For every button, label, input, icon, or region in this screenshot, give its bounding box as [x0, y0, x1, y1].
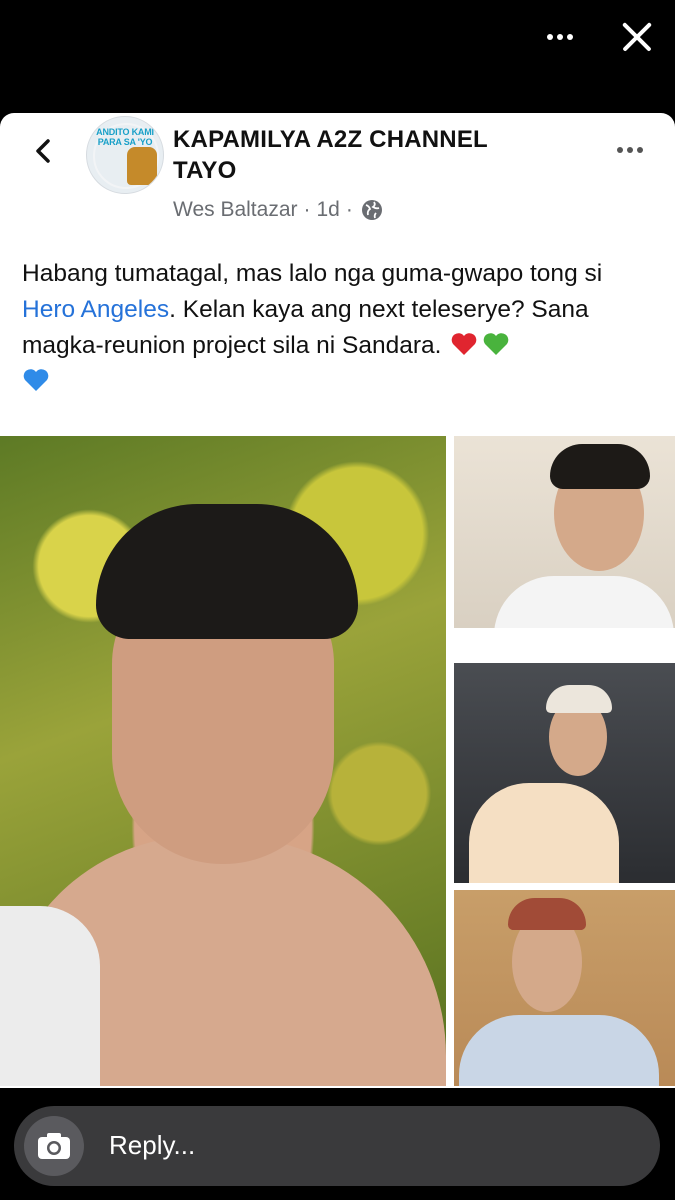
mention-link[interactable]: Hero Angeles: [22, 296, 169, 323]
group-name-line-2: TAYO: [173, 157, 237, 184]
photo-cap: [508, 898, 586, 930]
photo-shirt: [459, 1015, 659, 1086]
post-text: Habang tumatagal, mas lalo nga guma-gwap…: [22, 256, 657, 400]
photo-thumbnail-1[interactable]: [454, 436, 675, 628]
photo-person-hair: [96, 504, 358, 639]
post-more-options-button[interactable]: [612, 140, 648, 160]
camera-button[interactable]: [24, 1116, 84, 1176]
meta-separator: ·: [303, 198, 311, 221]
photo-main[interactable]: [0, 436, 446, 1086]
post-card: ANDITO KAMI PARA SA 'YO KAPAMILYA A2Z CH…: [0, 113, 675, 1088]
dot: [617, 147, 623, 153]
photo-shirt: [494, 576, 674, 628]
camera-icon: [38, 1133, 70, 1159]
viewer-more-options-button[interactable]: [540, 22, 580, 52]
avatar-logo-text: ANDITO KAMI PARA SA 'YO: [96, 127, 154, 147]
photo-thumbnail-2[interactable]: [454, 663, 675, 883]
globe-icon: [361, 200, 382, 220]
post-time[interactable]: 1d: [317, 198, 340, 222]
photo-thumbnail-3[interactable]: [454, 890, 675, 1086]
back-arrow-icon[interactable]: [30, 137, 58, 165]
dot: [627, 147, 633, 153]
avatar-figure: [127, 147, 157, 185]
group-name[interactable]: KAPAMILYA A2Z CHANNEL TAYO: [173, 124, 593, 186]
photo-towel: [0, 906, 100, 1086]
dot: [637, 147, 643, 153]
dot: [567, 34, 573, 40]
group-name-line-1: KAPAMILYA A2Z CHANNEL: [173, 126, 488, 153]
photo-shirt: [469, 783, 619, 883]
meta-separator: ·: [345, 198, 353, 221]
dot: [557, 34, 563, 40]
reply-bar[interactable]: Reply...: [14, 1106, 660, 1186]
close-icon[interactable]: [614, 14, 660, 60]
group-avatar[interactable]: ANDITO KAMI PARA SA 'YO: [86, 116, 164, 194]
green-heart-icon: [483, 333, 509, 355]
red-heart-icon: [451, 333, 477, 355]
photo-cap: [546, 685, 612, 713]
post-meta: Wes Baltazar · 1d ·: [173, 198, 383, 222]
post-text-part-1: Habang tumatagal, mas lalo nga guma-gwap…: [22, 260, 603, 287]
dot: [547, 34, 553, 40]
blue-heart-icon: [23, 369, 49, 391]
reply-input[interactable]: Reply...: [109, 1130, 195, 1161]
photo-hair: [550, 444, 650, 489]
author-name[interactable]: Wes Baltazar: [173, 198, 298, 222]
